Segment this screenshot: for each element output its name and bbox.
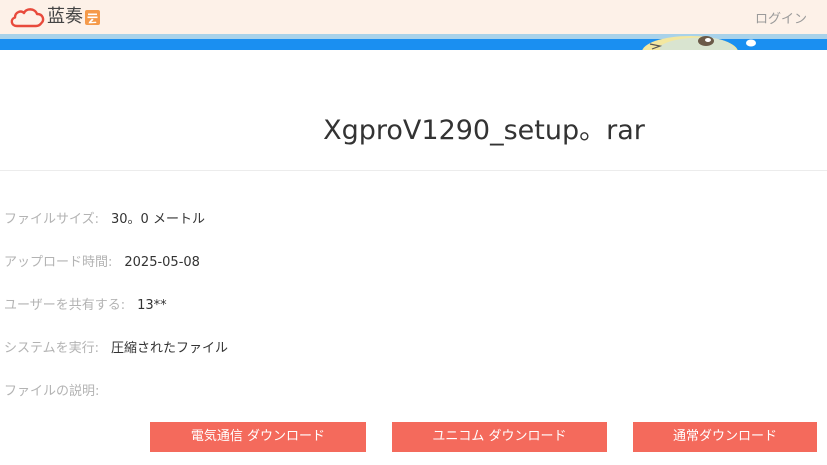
description-label: ファイルの説明: bbox=[4, 384, 100, 399]
normal-download-button[interactable]: 通常ダウンロード bbox=[633, 422, 817, 452]
system-value: 圧縮されたファイル bbox=[111, 341, 229, 356]
file-title: XgproV1290_setup。rar bbox=[323, 115, 645, 146]
share-user-label: ユーザーを共有する: bbox=[4, 298, 126, 313]
share-user-row: ユーザーを共有する: 13** bbox=[4, 297, 167, 315]
telecom-download-button[interactable]: 電気通信 ダウンロード bbox=[150, 422, 366, 452]
upload-time-value: 2025-05-08 bbox=[124, 255, 200, 270]
system-label: システムを実行: bbox=[4, 341, 99, 356]
file-size-row: ファイルサイズ: 30。0 メートル bbox=[4, 211, 205, 229]
download-page: 蓝奏 ログイン XgproV1290_setup。rar ファイルサイズ: 30。… bbox=[0, 0, 827, 465]
file-size-label: ファイルサイズ: bbox=[4, 212, 99, 227]
banner-strip bbox=[0, 34, 827, 50]
cartoon-banner-art bbox=[642, 36, 756, 50]
upload-time-label: アップロード時間: bbox=[4, 255, 113, 270]
top-header: 蓝奏 ログイン bbox=[0, 0, 827, 34]
login-link[interactable]: ログイン bbox=[755, 8, 807, 27]
site-logo[interactable]: 蓝奏 bbox=[8, 4, 100, 30]
system-row: システムを実行: 圧縮されたファイル bbox=[4, 340, 228, 358]
description-row: ファイルの説明: bbox=[4, 383, 99, 401]
unicom-download-button[interactable]: ユニコム ダウンロード bbox=[392, 422, 607, 452]
file-size-value: 30。0 メートル bbox=[111, 212, 205, 227]
share-user-value: 13** bbox=[137, 298, 167, 313]
cloud-logo-icon bbox=[10, 8, 45, 28]
upload-time-row: アップロード時間: 2025-05-08 bbox=[4, 254, 200, 272]
cloud-badge-icon bbox=[85, 9, 100, 25]
title-divider bbox=[0, 170, 827, 171]
logo-text: 蓝奏 bbox=[47, 6, 83, 27]
